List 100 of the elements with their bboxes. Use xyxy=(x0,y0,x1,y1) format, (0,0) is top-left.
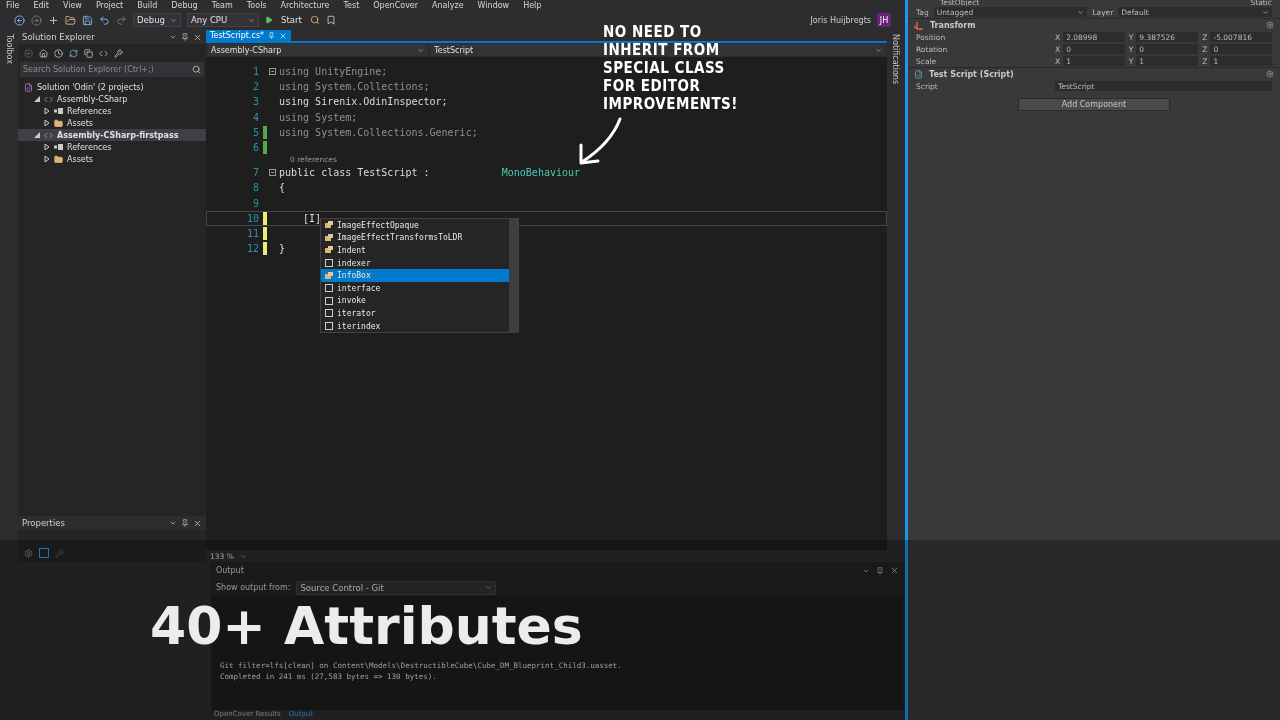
clock-icon[interactable] xyxy=(54,48,63,58)
annotation-text: FOR EDITOR xyxy=(603,77,702,95)
menu-item[interactable]: OpenCover xyxy=(373,2,419,10)
start-button[interactable]: Start xyxy=(279,15,304,25)
home-icon[interactable] xyxy=(39,48,48,58)
collapse-icon[interactable] xyxy=(268,169,276,177)
code-icon[interactable] xyxy=(99,48,108,58)
menu-item[interactable]: Build xyxy=(137,2,158,10)
tree-item[interactable]: References xyxy=(18,105,206,117)
dropdown-icon[interactable] xyxy=(169,519,177,527)
platform-dropdown[interactable]: Any CPU xyxy=(187,13,259,27)
collapsed-arrow-icon[interactable] xyxy=(44,144,50,150)
notifications-tab[interactable]: Notifications xyxy=(891,34,900,85)
find-icon[interactable] xyxy=(309,15,320,25)
completion-item[interactable]: indexer xyxy=(321,256,509,270)
configuration-dropdown[interactable]: Debug xyxy=(133,13,181,27)
menu-item[interactable]: File xyxy=(6,2,20,10)
component-title[interactable]: Test Script (Script) xyxy=(929,69,1260,79)
undo-icon[interactable] xyxy=(99,14,110,26)
menu-item[interactable]: Tools xyxy=(246,2,267,10)
user-avatar[interactable]: JH xyxy=(877,13,891,27)
component-title[interactable]: Transform xyxy=(930,20,1260,30)
pin-icon[interactable] xyxy=(181,33,189,41)
line-number: 12 xyxy=(245,243,259,255)
back-icon[interactable] xyxy=(14,14,25,26)
pin-icon[interactable] xyxy=(181,519,189,527)
completion-item[interactable]: InfoBox xyxy=(321,269,509,282)
copy-icon[interactable] xyxy=(84,48,93,58)
tree-item[interactable]: Assets xyxy=(18,117,206,129)
collapsed-arrow-icon[interactable] xyxy=(44,156,50,162)
completion-item[interactable]: iterindex xyxy=(321,319,509,333)
chevron-down-icon[interactable] xyxy=(875,46,882,54)
chevron-down-icon[interactable] xyxy=(1262,8,1269,16)
expanded-arrow-icon[interactable] xyxy=(34,96,40,102)
code-line: using System; xyxy=(279,111,358,123)
document-tab[interactable]: TestScript.cs* xyxy=(206,30,292,41)
project-icon xyxy=(44,94,53,104)
completion-item[interactable]: interface xyxy=(321,281,509,295)
collapsed-arrow-icon[interactable] xyxy=(44,120,50,126)
save-icon[interactable] xyxy=(82,14,93,26)
menu-item[interactable]: Help xyxy=(523,2,542,10)
tree-item[interactable]: Assembly-CSharp-firstpass xyxy=(18,129,206,141)
user-name[interactable]: Joris Huijbregts xyxy=(810,15,871,25)
code-line: using Sirenix.OdinInspector; xyxy=(279,96,448,108)
close-icon[interactable] xyxy=(279,31,288,40)
code-line: using System.Collections; xyxy=(279,81,430,93)
pin-icon[interactable] xyxy=(268,32,276,39)
expanded-arrow-icon[interactable] xyxy=(34,132,40,138)
close-icon[interactable] xyxy=(193,518,202,528)
menu-item[interactable]: Window xyxy=(477,2,510,10)
collapsed-arrow-icon[interactable] xyxy=(44,108,50,114)
menu-item[interactable]: Project xyxy=(95,2,124,10)
pin-icon[interactable] xyxy=(876,566,884,575)
completion-item[interactable]: ImageEffectOpaque xyxy=(321,219,509,232)
chevron-down-icon[interactable] xyxy=(170,16,177,24)
settings-icon[interactable] xyxy=(1266,70,1274,78)
play-icon[interactable] xyxy=(265,16,273,24)
annotation-text: SPECIAL CLASS xyxy=(603,59,726,77)
search-field[interactable]: Search Solution Explorer (Ctrl+;) xyxy=(20,62,204,77)
menu-item[interactable]: Architecture xyxy=(280,2,330,10)
completion-item[interactable]: invoke xyxy=(321,294,509,308)
tree-item[interactable]: References xyxy=(18,141,206,153)
menu-item[interactable]: Team xyxy=(211,2,233,10)
menu-item[interactable]: Edit xyxy=(33,2,49,10)
close-icon[interactable] xyxy=(890,566,899,575)
tree-item[interactable]: Assembly-CSharp xyxy=(18,93,206,105)
completion-item[interactable]: Indent xyxy=(321,244,509,257)
menu-item[interactable]: Debug xyxy=(171,2,198,10)
menu-item[interactable]: Test xyxy=(343,2,360,10)
source-label: Show output from: xyxy=(216,583,291,592)
dropdown-icon[interactable] xyxy=(169,33,177,41)
line-number: 5 xyxy=(251,126,259,138)
completion-item[interactable]: iterator xyxy=(321,307,509,320)
open-folder-icon[interactable] xyxy=(65,14,76,26)
chevron-down-icon[interactable] xyxy=(417,46,425,54)
line-number: 7 xyxy=(251,167,259,179)
project-dropdown[interactable]: Assembly-CSharp xyxy=(208,44,428,56)
code-line: } xyxy=(279,243,286,255)
menu-item[interactable]: Analyze xyxy=(432,2,464,10)
chevron-down-icon[interactable] xyxy=(248,16,255,24)
forward-icon[interactable] xyxy=(31,14,42,26)
settings-icon[interactable] xyxy=(1266,21,1274,29)
menu-item[interactable]: View xyxy=(62,2,82,10)
tree-item[interactable]: Assets xyxy=(18,153,206,165)
scrollbar[interactable] xyxy=(509,219,518,333)
redo-icon[interactable] xyxy=(116,14,127,26)
refresh-icon[interactable] xyxy=(69,48,78,58)
search-icon[interactable] xyxy=(192,65,201,74)
completion-item[interactable]: ImageEffectTransformsToLDR xyxy=(321,231,509,245)
add-component-button[interactable]: Add Component xyxy=(1018,98,1170,111)
line-number: 10 xyxy=(245,212,259,224)
collapse-icon[interactable] xyxy=(268,68,276,76)
bookmark-icon[interactable] xyxy=(325,15,336,25)
close-icon[interactable] xyxy=(193,32,202,42)
chevron-down-icon[interactable] xyxy=(485,584,493,591)
toolbox-tab[interactable]: Toolbox xyxy=(4,34,14,64)
source-dropdown[interactable]: Source Control - Git xyxy=(296,580,497,595)
chevron-down-icon[interactable] xyxy=(1077,8,1085,16)
line-number: 6 xyxy=(251,142,259,154)
tree-item[interactable]: Solution 'Odin' (2 projects) xyxy=(18,81,206,93)
